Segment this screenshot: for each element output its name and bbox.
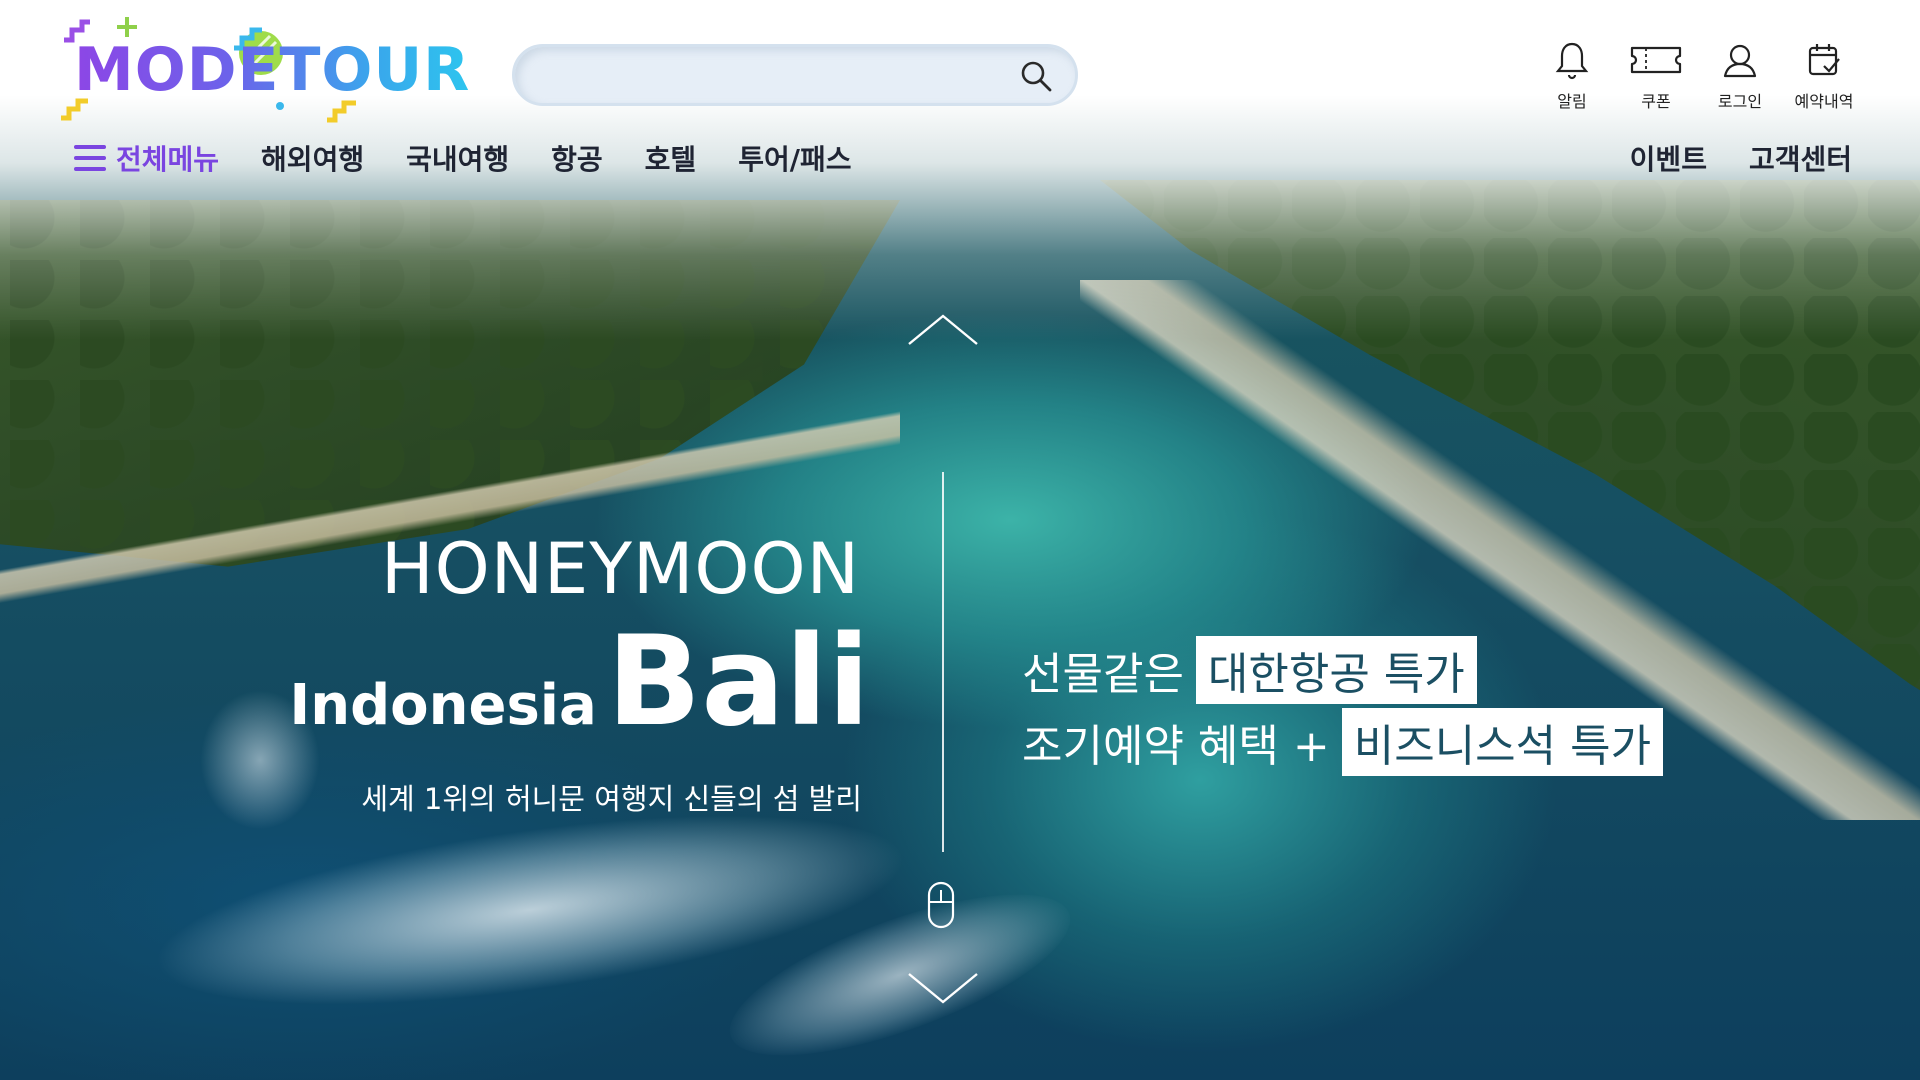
search-icon[interactable] xyxy=(1019,59,1053,93)
hero-destination: Indonesia Bali xyxy=(289,610,870,754)
nav-item-overseas-travel[interactable]: 해외여행 xyxy=(261,138,364,178)
all-menu-button[interactable]: 전체메뉴 xyxy=(74,138,219,178)
promo-line-2[interactable]: 조기예약 혜택 + 비즈니스석 특가 xyxy=(1022,708,1664,776)
nav-item-tour-pass[interactable]: 투어/패스 xyxy=(738,138,851,178)
coupon-label: 쿠폰 xyxy=(1641,92,1671,111)
nav-item-domestic-travel[interactable]: 국내여행 xyxy=(406,138,509,178)
utility-menu: 알림 쿠폰 로그인 예약내역 xyxy=(1530,40,1866,112)
hamburger-icon xyxy=(74,145,106,171)
login-label: 로그인 xyxy=(1717,92,1763,111)
calendar-check-icon xyxy=(1808,44,1840,76)
promo-highlight-business-class: 비즈니스석 특가 xyxy=(1341,708,1664,776)
logo-squiggle-icon xyxy=(61,98,88,121)
promo-line-1-text: 선물같은 xyxy=(1022,649,1184,700)
hero-divider xyxy=(942,472,944,852)
logo-dot-icon xyxy=(276,102,284,110)
coupon-button[interactable]: 쿠폰 xyxy=(1614,40,1698,112)
nav-item-flights[interactable]: 항공 xyxy=(551,138,603,178)
search-input[interactable] xyxy=(537,55,997,95)
secondary-nav: 이벤트 고객센터 xyxy=(1588,138,1852,178)
promo-line-2-text: 조기예약 혜택 + xyxy=(1022,721,1330,772)
coupon-icon xyxy=(1630,46,1682,74)
logo[interactable]: MODETOUR xyxy=(58,14,469,126)
hero-subtitle: 세계 1위의 허니문 여행지 신들의 섬 발리 xyxy=(361,782,862,816)
logo-text: MODETOUR xyxy=(74,35,471,105)
reservation-label: 예약내역 xyxy=(1794,92,1854,111)
hero-title: HONEYMOON xyxy=(380,528,860,610)
search-bar[interactable] xyxy=(512,44,1078,106)
slide-next-arrow-icon[interactable] xyxy=(905,968,981,1008)
user-icon xyxy=(1723,44,1757,78)
bell-icon xyxy=(1555,42,1589,80)
promo-line-1[interactable]: 선물같은 대한항공 특가 xyxy=(1022,636,1477,704)
notification-button[interactable]: 알림 xyxy=(1530,40,1614,112)
login-button[interactable]: 로그인 xyxy=(1698,40,1782,112)
logo-squiggle-icon xyxy=(327,100,356,123)
nav-item-customer-center[interactable]: 고객센터 xyxy=(1749,138,1852,178)
scroll-mouse-icon xyxy=(927,881,955,929)
notification-label: 알림 xyxy=(1557,92,1587,111)
nav-item-events[interactable]: 이벤트 xyxy=(1630,138,1707,178)
promo-highlight-korean-air: 대한항공 특가 xyxy=(1195,636,1477,704)
all-menu-label: 전체메뉴 xyxy=(116,143,220,176)
main-nav: 전체메뉴 해외여행 국내여행 항공 호텔 투어/패스 xyxy=(74,138,893,178)
hero-country: Indonesia xyxy=(289,673,597,738)
hero-city: Bali xyxy=(606,610,870,754)
slide-prev-arrow-icon[interactable] xyxy=(905,310,981,350)
reservation-button[interactable]: 예약내역 xyxy=(1782,40,1866,112)
nav-item-hotels[interactable]: 호텔 xyxy=(645,138,697,178)
